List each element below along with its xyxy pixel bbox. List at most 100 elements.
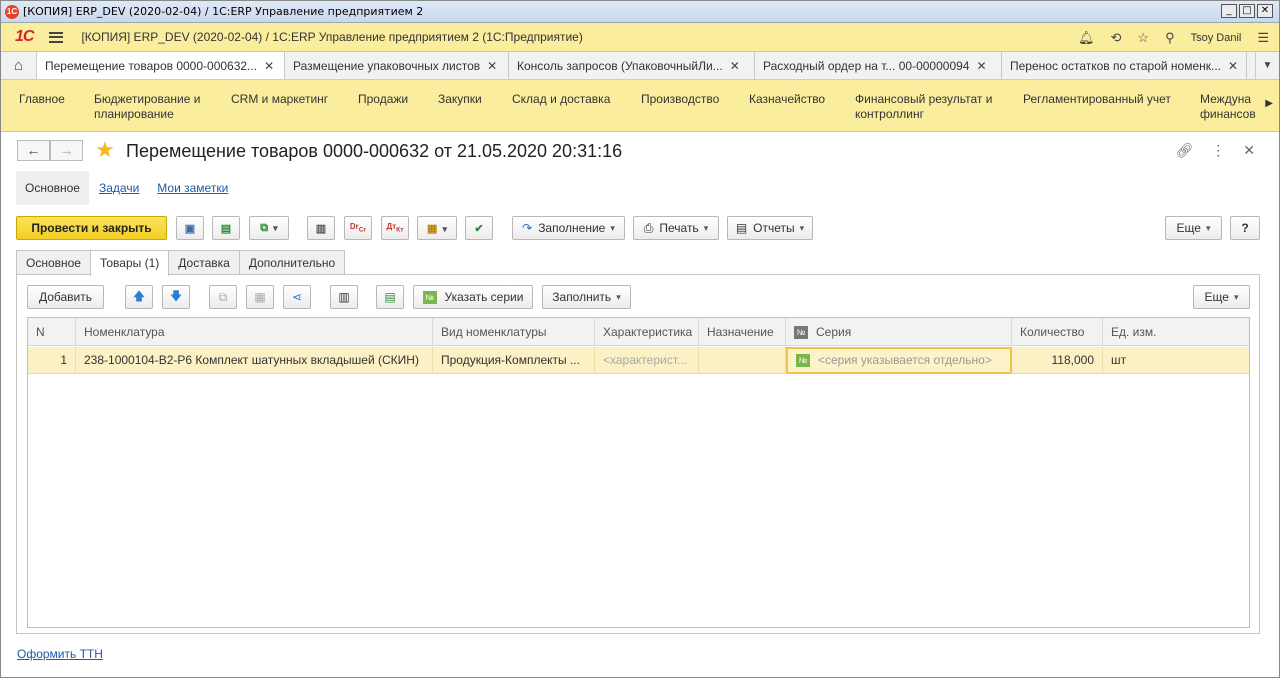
barcode-icon[interactable]: ▥ (330, 285, 358, 309)
open-tab-query-console[interactable]: Консоль запросов (УпаковочныйЛи... ✕ (509, 52, 755, 79)
favorites-star-icon[interactable]: ☆ (1137, 30, 1149, 46)
form-subnav: Основное Задачи Мои заметки (16, 171, 246, 205)
close-window-button[interactable]: ✕ (1257, 4, 1273, 18)
post-icon[interactable]: ▤ (212, 216, 240, 240)
link-icon[interactable]: 🔗︎ (1175, 142, 1193, 159)
open-tab-expense-order[interactable]: Расходный ордер на т... 00-00000094 ✕ (755, 52, 1002, 79)
header-actions: 🔔︎ ⟲ ☆ ⚲ Tsoy Danil ☰ (1078, 23, 1269, 52)
open-tab-packing[interactable]: Размещение упаковочных листов ✕ (285, 52, 509, 79)
close-icon[interactable]: ✕ (976, 59, 986, 73)
table-row[interactable]: 1 238-1000104-В2-Р6 Комплект шатунных вк… (28, 347, 1249, 374)
back-arrow-icon[interactable]: ← (17, 140, 50, 161)
search-icon[interactable]: ⚲ (1165, 30, 1175, 46)
section-warehouse[interactable]: Склад и доставка (512, 92, 610, 107)
create-ttn-link[interactable]: Оформить ТТН (17, 647, 103, 661)
subnav-notes[interactable]: Мои заметки (157, 181, 228, 195)
tab-additional[interactable]: Дополнительно (238, 250, 346, 275)
close-icon[interactable]: ✕ (264, 59, 274, 73)
column-series[interactable]: № Серия (786, 318, 1012, 346)
move-down-icon[interactable]: 🡇 (162, 285, 190, 309)
move-up-icon[interactable]: 🡅 (125, 285, 153, 309)
cell-kind[interactable]: Продукция-Комплекты ... (433, 347, 595, 374)
open-windows-tabs: ⌂ Перемещение товаров 0000-000632... ✕ Ра… (1, 52, 1279, 80)
forward-arrow-icon[interactable]: → (50, 140, 83, 161)
section-production[interactable]: Производство (641, 92, 719, 107)
paste-icon[interactable]: ▦ (246, 285, 274, 309)
section-crm[interactable]: CRM и маркетинг (231, 92, 328, 107)
cell-series[interactable]: № <серия указывается отдельно> (786, 347, 1012, 374)
add-button[interactable]: Добавить (27, 285, 104, 309)
favorite-star-icon[interactable]: ★ (95, 137, 115, 163)
fill-goods-dropdown[interactable]: Заполнить (542, 285, 631, 309)
section-main[interactable]: Главное (19, 92, 65, 107)
goods-more-button[interactable]: Еще (1193, 285, 1250, 309)
section-financial-result[interactable]: Финансовый результат и контроллинг (855, 92, 992, 122)
tabs-list-icon[interactable]: ▼ (1255, 52, 1279, 79)
pick-icon[interactable]: ▤ (376, 285, 404, 309)
reports-dropdown[interactable]: ▤ Отчеты (727, 216, 813, 240)
attachments-icon[interactable]: ▦ (417, 216, 457, 240)
print-dropdown[interactable]: ⎙ Печать (633, 216, 719, 240)
scroll-right-icon[interactable]: ▶ (1265, 98, 1273, 109)
maximize-button[interactable]: □ (1239, 4, 1255, 18)
printer-icon: ⎙ (643, 220, 654, 235)
column-unit[interactable]: Ед. изм. (1103, 318, 1249, 346)
create-based-on-icon[interactable]: ⧉ (249, 216, 289, 240)
tab-goods[interactable]: Товары (1) (89, 250, 170, 276)
user-name[interactable]: Tsoy Danil (1191, 32, 1242, 44)
check-icon[interactable]: ✔ (465, 216, 493, 240)
post-and-close-button[interactable]: Провести и закрыть (16, 216, 167, 240)
dr-cr-icon[interactable]: DrCr (344, 216, 372, 240)
close-icon[interactable]: ✕ (1228, 59, 1238, 73)
bell-icon[interactable]: 🔔︎ (1078, 30, 1095, 46)
more-vertical-icon[interactable]: ⋮ (1211, 142, 1225, 159)
fill-dropdown[interactable]: ↷ Заполнение (512, 216, 625, 240)
settings-menu-icon[interactable]: ☰ (1257, 30, 1269, 46)
column-kind[interactable]: Вид номенклатуры (433, 318, 595, 346)
column-n[interactable]: N (28, 318, 76, 346)
column-nomenclature[interactable]: Номенклатура (76, 318, 433, 346)
cell-characteristic[interactable]: <характерист... (595, 347, 699, 374)
section-international[interactable]: Междуна финансов (1200, 92, 1256, 122)
dt-kt-icon[interactable]: ДтКт (381, 216, 409, 240)
split-row-icon[interactable]: ⋖ (283, 285, 311, 309)
section-budgeting[interactable]: Бюджетирование и планирование (94, 92, 200, 122)
cell-quantity[interactable]: 118,000 (1012, 347, 1103, 374)
tab-main[interactable]: Основное (16, 250, 91, 275)
tab-label: Перенос остатков по старой номенк... (1010, 58, 1222, 73)
main-menu-icon[interactable] (49, 31, 64, 43)
1c-logo: 1С (15, 28, 34, 45)
window-controls: _ □ ✕ (1221, 4, 1273, 18)
report-icon: ▤ (735, 221, 748, 235)
cell-nomenclature[interactable]: 238-1000104-В2-Р6 Комплект шатунных вкла… (76, 347, 433, 374)
section-purchases[interactable]: Закупки (438, 92, 482, 107)
subnav-main[interactable]: Основное (16, 171, 89, 205)
subnav-tasks[interactable]: Задачи (99, 181, 139, 195)
help-button[interactable]: ? (1230, 216, 1260, 240)
column-quantity[interactable]: Количество (1012, 318, 1103, 346)
column-characteristic[interactable]: Характеристика (595, 318, 699, 346)
window-titlebar: 1С [КОПИЯ] ERP_DEV (2020-02-04) / 1C:ERP… (1, 1, 1279, 23)
specify-series-button[interactable]: № Указать серии (413, 285, 533, 309)
section-treasury[interactable]: Казначейство (749, 92, 825, 107)
minimize-button[interactable]: _ (1221, 4, 1237, 18)
tab-delivery[interactable]: Доставка (168, 250, 240, 275)
document-list-icon[interactable]: ▥ (307, 216, 335, 240)
close-icon[interactable]: ✕ (1243, 142, 1255, 159)
open-tab-transfer[interactable]: Перемещение товаров 0000-000632... ✕ (37, 52, 285, 79)
more-button[interactable]: Еще (1165, 216, 1222, 240)
save-icon[interactable]: ▣ (176, 216, 204, 240)
cell-unit[interactable]: шт (1103, 347, 1249, 374)
cell-n[interactable]: 1 (28, 347, 76, 374)
copy-icon[interactable]: ⧉ (209, 285, 237, 309)
home-icon[interactable]: ⌂ (1, 52, 37, 79)
section-sales[interactable]: Продажи (358, 92, 408, 107)
column-purpose[interactable]: Назначение (699, 318, 786, 346)
close-icon[interactable]: ✕ (487, 59, 497, 73)
close-icon[interactable]: ✕ (730, 59, 740, 73)
open-tab-balance-transfer[interactable]: Перенос остатков по старой номенк... ✕ (1002, 52, 1247, 79)
cell-purpose[interactable] (699, 347, 786, 374)
history-icon[interactable]: ⟲ (1111, 30, 1122, 46)
goods-panel: Добавить 🡅 🡇 ⧉ ▦ ⋖ ▥ ▤ № Указать серии За… (16, 274, 1260, 634)
section-regulated-accounting[interactable]: Регламентированный учет (1023, 92, 1171, 107)
